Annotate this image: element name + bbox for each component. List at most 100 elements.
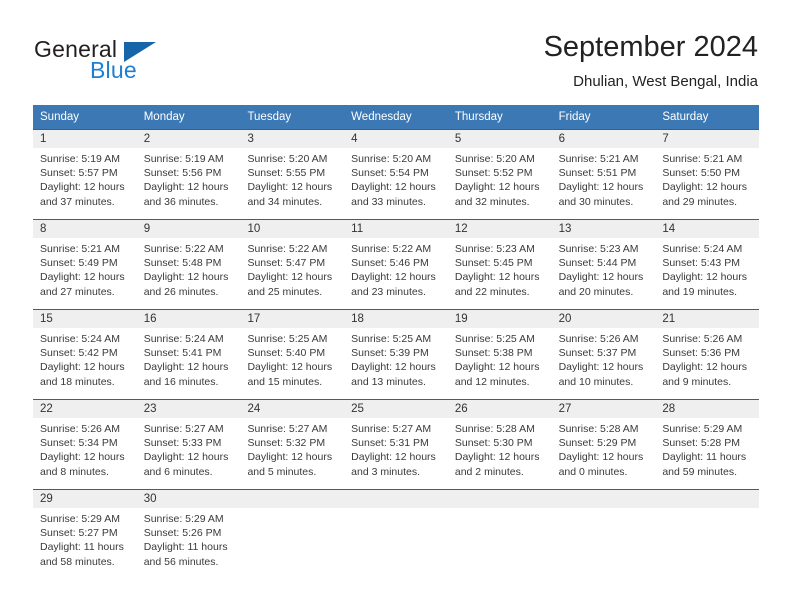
day-detail-sunset: Sunset: 5:42 PM bbox=[40, 347, 118, 360]
calendar-day-cell[interactable]: 4 Sunrise: 5:20 AM Sunset: 5:54 PM Daylight… bbox=[344, 130, 448, 219]
day-detail-daylight2: and 8 minutes. bbox=[40, 465, 109, 478]
day-details: Sunrise: 5:20 AM Sunset: 5:52 PM Daylight:… bbox=[448, 148, 552, 209]
day-details: Sunrise: 5:23 AM Sunset: 5:45 PM Daylight:… bbox=[448, 238, 552, 299]
day-number bbox=[447, 490, 552, 508]
calendar-day-cell[interactable]: 12 Sunrise: 5:23 AM Sunset: 5:45 PM Dayligh… bbox=[447, 220, 552, 309]
day-number: 3 bbox=[240, 130, 345, 148]
calendar-day-cell[interactable]: 28 Sunrise: 5:29 AM Sunset: 5:28 PM Dayligh… bbox=[655, 400, 760, 489]
calendar-day-cell[interactable]: 10 Sunrise: 5:22 AM Sunset: 5:47 PM Dayligh… bbox=[240, 220, 345, 309]
calendar-week-row: 15 Sunrise: 5:24 AM Sunset: 5:42 PM Dayligh… bbox=[33, 309, 760, 399]
calendar-day-cell[interactable]: 21 Sunrise: 5:26 AM Sunset: 5:36 PM Dayligh… bbox=[655, 310, 760, 399]
day-details bbox=[655, 508, 759, 512]
day-number: 22 bbox=[33, 400, 137, 418]
day-detail-sunrise: Sunrise: 5:28 AM bbox=[558, 423, 639, 435]
calendar-day-cell[interactable]: 5 Sunrise: 5:20 AM Sunset: 5:52 PM Daylight… bbox=[447, 130, 552, 219]
day-number: 9 bbox=[136, 220, 241, 238]
calendar-day-cell[interactable]: 6 Sunrise: 5:21 AM Sunset: 5:51 PM Daylight… bbox=[551, 130, 656, 219]
day-detail-daylight1: Daylight: 12 hours bbox=[143, 271, 229, 284]
day-detail-sunset: Sunset: 5:45 PM bbox=[454, 257, 533, 270]
day-detail-daylight1: Daylight: 12 hours bbox=[558, 271, 644, 284]
day-details bbox=[344, 508, 448, 512]
calendar-day-cell[interactable]: 3 Sunrise: 5:20 AM Sunset: 5:55 PM Daylight… bbox=[240, 130, 345, 219]
day-detail-sunset: Sunset: 5:40 PM bbox=[247, 347, 326, 360]
calendar-day-cell[interactable]: 16 Sunrise: 5:24 AM Sunset: 5:41 PM Dayligh… bbox=[136, 310, 241, 399]
day-detail-daylight2: and 29 minutes. bbox=[662, 195, 738, 208]
calendar-day-cell[interactable]: 27 Sunrise: 5:28 AM Sunset: 5:29 PM Dayligh… bbox=[551, 400, 656, 489]
day-detail-sunrise: Sunrise: 5:25 AM bbox=[454, 333, 535, 345]
day-detail-daylight1: Daylight: 12 hours bbox=[40, 271, 125, 284]
calendar-day-cell[interactable]: 30 Sunrise: 5:29 AM Sunset: 5:26 PM Dayligh… bbox=[136, 490, 241, 579]
calendar-day-cell[interactable]: 29 Sunrise: 5:29 AM Sunset: 5:27 PM Dayligh… bbox=[33, 490, 137, 579]
day-detail-daylight2: and 19 minutes. bbox=[662, 285, 738, 298]
day-detail-daylight1: Daylight: 12 hours bbox=[40, 181, 125, 194]
day-number: 24 bbox=[240, 400, 345, 418]
day-detail-daylight1: Daylight: 12 hours bbox=[351, 271, 436, 284]
calendar-day-cell[interactable]: 26 Sunrise: 5:28 AM Sunset: 5:30 PM Dayligh… bbox=[447, 400, 552, 489]
day-detail-daylight1: Daylight: 11 hours bbox=[662, 451, 747, 464]
day-details: Sunrise: 5:25 AM Sunset: 5:39 PM Daylight:… bbox=[344, 328, 448, 389]
calendar-day-cell[interactable]: 14 Sunrise: 5:24 AM Sunset: 5:43 PM Dayligh… bbox=[655, 220, 760, 309]
day-detail-sunset: Sunset: 5:50 PM bbox=[662, 167, 740, 180]
day-detail-sunrise: Sunrise: 5:29 AM bbox=[662, 423, 743, 435]
day-number: 4 bbox=[344, 130, 448, 148]
day-details: Sunrise: 5:20 AM Sunset: 5:55 PM Daylight:… bbox=[240, 148, 344, 209]
calendar-day-cell[interactable]: 25 Sunrise: 5:27 AM Sunset: 5:31 PM Dayligh… bbox=[344, 400, 448, 489]
calendar-day-cell[interactable]: 24 Sunrise: 5:27 AM Sunset: 5:32 PM Dayligh… bbox=[240, 400, 345, 489]
weekday-header-saturday: Saturday bbox=[662, 111, 709, 123]
day-number: 18 bbox=[344, 310, 448, 328]
day-detail-sunrise: Sunrise: 5:25 AM bbox=[351, 333, 432, 345]
day-number: 15 bbox=[33, 310, 137, 328]
calendar-day-cell[interactable]: 9 Sunrise: 5:22 AM Sunset: 5:48 PM Daylight… bbox=[136, 220, 241, 309]
calendar-day-cell[interactable]: 22 Sunrise: 5:26 AM Sunset: 5:34 PM Dayligh… bbox=[33, 400, 137, 489]
day-detail-daylight2: and 23 minutes. bbox=[351, 285, 426, 298]
day-detail-daylight1: Daylight: 11 hours bbox=[143, 541, 228, 554]
calendar-day-cell[interactable]: 18 Sunrise: 5:25 AM Sunset: 5:39 PM Dayligh… bbox=[344, 310, 448, 399]
day-detail-daylight2: and 36 minutes. bbox=[143, 195, 219, 208]
calendar-day-cell[interactable]: 11 Sunrise: 5:22 AM Sunset: 5:46 PM Dayligh… bbox=[344, 220, 448, 309]
day-detail-sunrise: Sunrise: 5:27 AM bbox=[247, 423, 328, 435]
day-detail-daylight2: and 2 minutes. bbox=[454, 465, 524, 478]
day-detail-sunset: Sunset: 5:31 PM bbox=[351, 437, 429, 450]
calendar-grid: Sunday Monday Tuesday Wednesday Thursday Frid… bbox=[33, 105, 760, 579]
calendar-day-cell[interactable]: 23 Sunrise: 5:27 AM Sunset: 5:33 PM Dayligh… bbox=[136, 400, 241, 489]
day-detail-daylight1: Daylight: 12 hours bbox=[351, 361, 436, 374]
day-detail-sunrise: Sunrise: 5:27 AM bbox=[351, 423, 432, 435]
day-detail-daylight2: and 12 minutes. bbox=[454, 375, 530, 388]
day-detail-daylight1: Daylight: 12 hours bbox=[662, 271, 747, 284]
day-detail-sunrise: Sunrise: 5:19 AM bbox=[143, 153, 224, 165]
day-detail-sunrise: Sunrise: 5:26 AM bbox=[662, 333, 743, 345]
day-detail-daylight2: and 18 minutes. bbox=[40, 375, 115, 388]
calendar-day-cell[interactable]: 20 Sunrise: 5:26 AM Sunset: 5:37 PM Dayligh… bbox=[551, 310, 656, 399]
calendar-day-cell[interactable]: 8 Sunrise: 5:21 AM Sunset: 5:49 PM Daylight… bbox=[33, 220, 137, 309]
day-detail-daylight1: Daylight: 12 hours bbox=[351, 181, 436, 194]
calendar-day-cell[interactable]: 7 Sunrise: 5:21 AM Sunset: 5:50 PM Daylight… bbox=[655, 130, 760, 219]
calendar-day-cell[interactable]: 19 Sunrise: 5:25 AM Sunset: 5:38 PM Dayligh… bbox=[447, 310, 552, 399]
day-number: 14 bbox=[655, 220, 760, 238]
day-detail-daylight1: Daylight: 12 hours bbox=[40, 361, 125, 374]
day-detail-daylight1: Daylight: 12 hours bbox=[247, 271, 333, 284]
calendar-day-cell[interactable]: 1 Sunrise: 5:19 AM Sunset: 5:57 PM Daylight… bbox=[33, 130, 137, 219]
day-detail-sunset: Sunset: 5:44 PM bbox=[558, 257, 637, 270]
calendar-day-cell[interactable]: 15 Sunrise: 5:24 AM Sunset: 5:42 PM Dayligh… bbox=[33, 310, 137, 399]
day-detail-daylight2: and 25 minutes. bbox=[247, 285, 323, 298]
day-detail-sunset: Sunset: 5:37 PM bbox=[558, 347, 637, 360]
day-details: Sunrise: 5:26 AM Sunset: 5:36 PM Daylight:… bbox=[655, 328, 759, 389]
day-detail-daylight1: Daylight: 12 hours bbox=[247, 451, 333, 464]
general-blue-logo[interactable]: General Blue bbox=[34, 36, 224, 84]
day-details: Sunrise: 5:24 AM Sunset: 5:42 PM Daylight:… bbox=[33, 328, 137, 389]
day-detail-sunset: Sunset: 5:38 PM bbox=[454, 347, 533, 360]
day-detail-sunset: Sunset: 5:57 PM bbox=[40, 167, 118, 180]
day-number: 1 bbox=[33, 130, 137, 148]
day-detail-sunset: Sunset: 5:46 PM bbox=[351, 257, 429, 270]
calendar-day-cell-empty bbox=[655, 490, 760, 579]
day-details: Sunrise: 5:21 AM Sunset: 5:50 PM Daylight:… bbox=[655, 148, 759, 209]
day-detail-sunrise: Sunrise: 5:24 AM bbox=[40, 333, 120, 345]
day-number: 12 bbox=[447, 220, 552, 238]
calendar-day-cell[interactable]: 2 Sunrise: 5:19 AM Sunset: 5:56 PM Daylight… bbox=[136, 130, 241, 219]
calendar-day-cell[interactable]: 17 Sunrise: 5:25 AM Sunset: 5:40 PM Dayligh… bbox=[240, 310, 345, 399]
day-number: 10 bbox=[240, 220, 345, 238]
day-number: 8 bbox=[33, 220, 137, 238]
calendar-day-cell[interactable]: 13 Sunrise: 5:23 AM Sunset: 5:44 PM Dayligh… bbox=[551, 220, 656, 309]
day-details: Sunrise: 5:28 AM Sunset: 5:30 PM Daylight:… bbox=[448, 418, 552, 479]
day-detail-daylight1: Daylight: 12 hours bbox=[454, 181, 540, 194]
